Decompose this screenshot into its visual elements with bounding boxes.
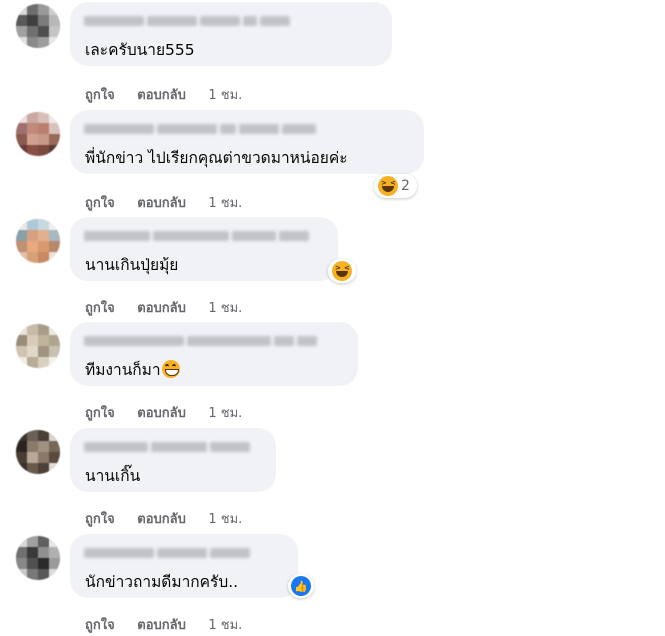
reply-link[interactable]: ตอบกลับ [137,508,186,529]
avatar[interactable] [16,219,60,263]
timestamp[interactable]: 1 ชม. [208,614,242,635]
grinning-face-icon [161,360,180,378]
avatar[interactable] [16,324,60,368]
reply-link[interactable]: ตอบกลับ [137,192,186,213]
thumbs-up-icon: 👍 [291,576,311,596]
like-link[interactable]: ถูกใจ [85,402,115,423]
reaction-badge[interactable]: > < 2 [374,174,417,198]
like-link[interactable]: ถูกใจ [85,508,115,529]
reply-link[interactable]: ตอบกลับ [137,614,186,635]
avatar[interactable] [16,536,60,580]
blurred-author-name[interactable] [84,335,317,347]
comment-bubble: นานเกินปุ่ยมุ้ย [70,217,338,281]
avatar[interactable] [16,4,60,48]
timestamp[interactable]: 1 ชม. [208,297,242,318]
blurred-author-name[interactable] [84,15,290,27]
comment-bubble: ทีมงานก็มา [70,322,358,386]
comment-actions: ถูกใจ ตอบกลับ 1 ชม. [85,192,260,213]
blurred-author-name[interactable] [84,441,250,453]
like-link[interactable]: ถูกใจ [85,84,115,105]
comment-text: ทีมงานก็มา [85,357,180,382]
comment-text: เละครับนาย555 [85,41,195,59]
like-link[interactable]: ถูกใจ [85,614,115,635]
reaction-count: 2 [401,178,410,194]
timestamp[interactable]: 1 ชม. [208,84,242,105]
laughing-face-icon: > < [332,261,352,281]
blurred-author-name[interactable] [84,123,316,135]
blurred-author-name[interactable] [84,547,250,559]
avatar[interactable] [16,112,60,156]
comment-actions: ถูกใจ ตอบกลับ 1 ชม. [85,402,260,423]
timestamp[interactable]: 1 ชม. [208,508,242,529]
reply-link[interactable]: ตอบกลับ [137,297,186,318]
comment-text: นานเกิ๊น [85,467,141,485]
reply-link[interactable]: ตอบกลับ [137,84,186,105]
comment-bubble: เละครับนาย555 [70,2,392,66]
comment-text-content: ทีมงานก็มา [85,361,161,379]
comment-text: พี่นักข่าว ไปเรียกคุณต่าขวดมาหน่อยค่ะ [85,149,348,167]
timestamp[interactable]: 1 ชม. [208,192,242,213]
comment-actions: ถูกใจ ตอบกลับ 1 ชม. [85,84,260,105]
comment-bubble: นานเกิ๊น [70,428,276,492]
blurred-author-name[interactable] [84,230,309,242]
comment-actions: ถูกใจ ตอบกลับ 1 ชม. [85,508,260,529]
comment-actions: ถูกใจ ตอบกลับ 1 ชม. [85,297,260,318]
reaction-badge[interactable]: 👍 [288,574,314,598]
like-link[interactable]: ถูกใจ [85,297,115,318]
comment-bubble: นักข่าวถามดีมากครับ.. [70,534,298,598]
comment-text: นักข่าวถามดีมากครับ.. [85,573,239,591]
like-link[interactable]: ถูกใจ [85,192,115,213]
timestamp[interactable]: 1 ชม. [208,402,242,423]
reply-link[interactable]: ตอบกลับ [137,402,186,423]
avatar[interactable] [16,430,60,474]
comment-actions: ถูกใจ ตอบกลับ 1 ชม. [85,614,260,635]
comment-text: นานเกินปุ่ยมุ้ย [85,256,179,274]
reaction-badge[interactable]: > < [328,259,356,283]
comment-bubble: พี่นักข่าว ไปเรียกคุณต่าขวดมาหน่อยค่ะ [70,110,424,174]
laughing-face-icon: > < [378,176,398,196]
